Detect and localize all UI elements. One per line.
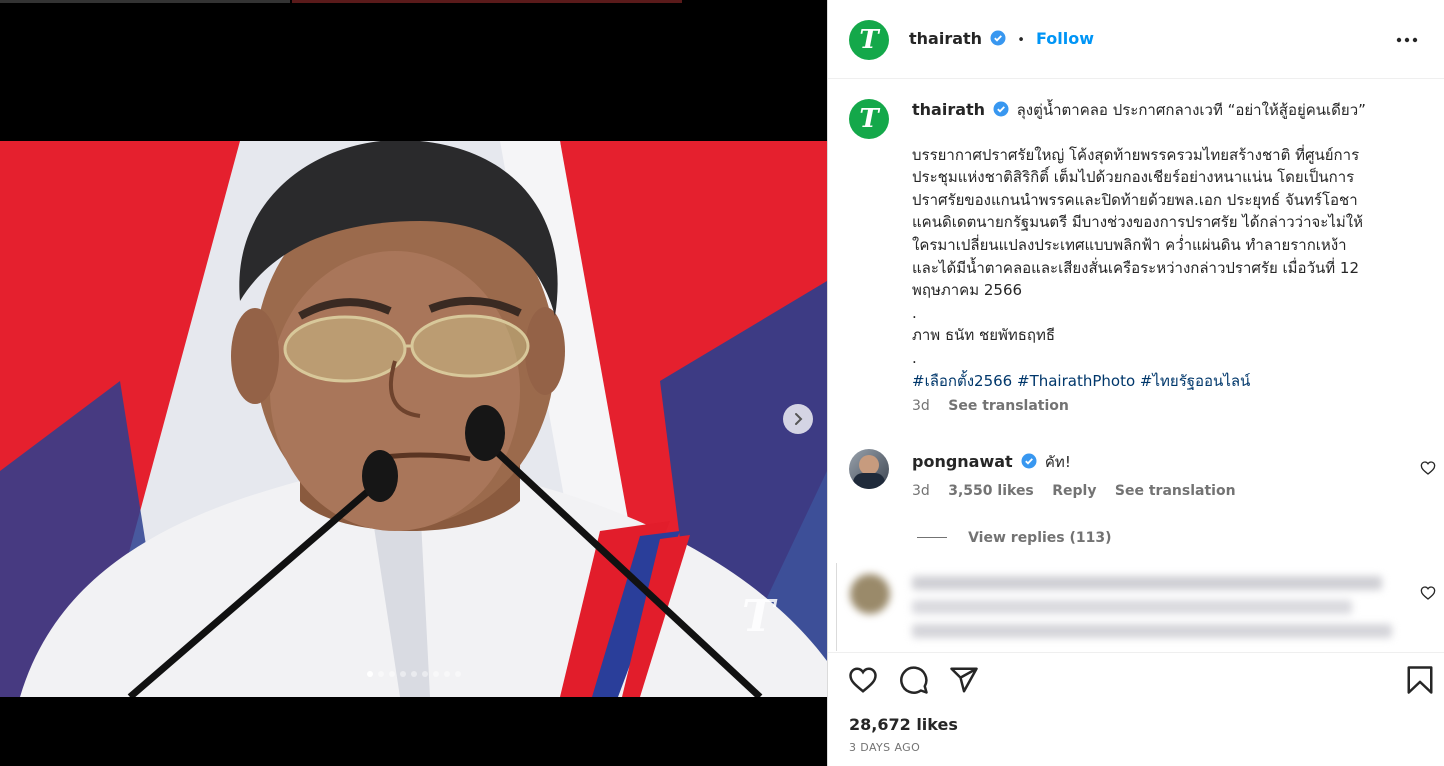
- caption-line: แคนดิเดตนายกรัฐมนตรี มีบางช่วงของการปราศ…: [912, 213, 1364, 232]
- caption-avatar[interactable]: T: [849, 99, 889, 139]
- follow-button[interactable]: Follow: [1036, 29, 1094, 48]
- next-slide-button[interactable]: [783, 404, 813, 434]
- carousel-dot[interactable]: [410, 671, 417, 677]
- carousel-dot[interactable]: [377, 671, 384, 677]
- account-avatar[interactable]: T: [849, 20, 889, 60]
- caption-line: ปราศรัยของแกนนำพรรคและปิดท้ายด้วยพล.เอก …: [912, 190, 1358, 209]
- carousel-dot[interactable]: [454, 671, 461, 677]
- verified-icon: [993, 101, 1009, 117]
- heart-icon[interactable]: [1420, 460, 1436, 476]
- hashtag-link[interactable]: #ThairathPhoto: [1017, 372, 1135, 390]
- comment-icon[interactable]: [899, 665, 929, 695]
- caption-line: และได้มีน้ำตาคลอและเสียงสั่นเครือระหว่าง…: [912, 258, 1359, 277]
- heart-icon[interactable]: [1420, 585, 1436, 601]
- caption-line: ประชุมแห่งชาติสิริกิติ์ เต็มไปด้วยกองเชี…: [912, 168, 1355, 187]
- caption-line: พฤษภาคม 2566: [912, 281, 1023, 300]
- hashtag-link[interactable]: #เลือกตั้ง2566: [912, 372, 1012, 390]
- caption-age: 3d: [912, 398, 930, 415]
- caption-dot: .: [912, 303, 917, 322]
- carousel-dot[interactable]: [443, 671, 450, 677]
- photo-credit: ภาพ ธนัท ชยพัทธฤทธี: [912, 326, 1056, 345]
- carousel-dots: [0, 671, 827, 677]
- verified-icon: [990, 30, 1006, 46]
- caption: thairath ลุงตู่น้ำตาคลอ ประกาศกลางเวที “…: [912, 99, 1427, 414]
- caption-dot: .: [912, 348, 917, 367]
- avatar[interactable]: [849, 449, 889, 489]
- view-replies-label[interactable]: View replies (113): [968, 530, 1111, 546]
- carousel-dot[interactable]: [432, 671, 439, 677]
- post-header: T thairath • Follow: [828, 0, 1444, 79]
- verified-icon: [1021, 453, 1037, 469]
- carousel-dot[interactable]: [399, 671, 406, 677]
- post-date: 3 DAYS AGO: [849, 741, 921, 754]
- post-side-panel: T thairath • Follow T thairath ลุงตู่น้ำ…: [827, 0, 1444, 766]
- carousel-dot[interactable]: [366, 671, 373, 677]
- header-username[interactable]: thairath: [909, 29, 982, 48]
- more-icon[interactable]: [1395, 30, 1419, 50]
- bookmark-icon[interactable]: [1406, 665, 1434, 695]
- see-translation-link[interactable]: See translation: [948, 398, 1069, 414]
- logo-letter: T: [859, 25, 879, 55]
- carousel-dot[interactable]: [388, 671, 395, 677]
- caption-line: ใครมาเปลี่ยนแปลงประเทศแบบพลิกฟ้า คว่ำแผ่…: [912, 235, 1347, 254]
- comment-likes[interactable]: 3,550 likes: [948, 483, 1034, 499]
- top-strip: [0, 0, 827, 3]
- separator-dot: •: [1017, 33, 1025, 48]
- post-media: T: [0, 0, 827, 766]
- carousel-dot[interactable]: [421, 671, 428, 677]
- svg-text:T: T: [742, 591, 778, 642]
- logo-letter: T: [859, 104, 879, 134]
- caption-headline: ลุงตู่น้ำตาคลอ ประกาศกลางเวที “อย่าให้สู…: [1016, 101, 1366, 119]
- comment-age: 3d: [912, 483, 930, 499]
- hashtag-link[interactable]: #ไทยรัฐออนไลน์: [1140, 372, 1250, 390]
- comment: pongnawat คัท!: [912, 451, 1071, 474]
- heart-icon[interactable]: [848, 665, 878, 695]
- share-icon[interactable]: [949, 665, 979, 695]
- post-actions: 28,672 likes 3 DAYS AGO: [828, 652, 1444, 766]
- comment-username[interactable]: pongnawat: [912, 452, 1013, 471]
- comments-section: T thairath ลุงตู่น้ำตาคลอ ประกาศกลางเวที…: [828, 79, 1444, 652]
- blurred-comment: [836, 566, 1396, 648]
- comment-see-translation[interactable]: See translation: [1115, 483, 1236, 499]
- hashtag-list: #เลือกตั้ง2566 #ThairathPhoto #ไทยรัฐออน…: [912, 370, 1427, 393]
- comment-text: คัท!: [1044, 453, 1071, 471]
- likes-count[interactable]: 28,672 likes: [849, 715, 958, 734]
- chevron-right-icon: [795, 413, 803, 425]
- caption-line: บรรยากาศปราศรัยใหญ่ โค้งสุดท้ายพรรครวมไท…: [912, 145, 1360, 164]
- caption-body: บรรยากาศปราศรัยใหญ่ โค้งสุดท้ายพรรครวมไท…: [912, 144, 1427, 302]
- reply-button[interactable]: Reply: [1052, 483, 1096, 499]
- post-photo: T: [0, 141, 827, 697]
- caption-username[interactable]: thairath: [912, 100, 985, 119]
- view-replies[interactable]: View replies (113): [917, 527, 1112, 546]
